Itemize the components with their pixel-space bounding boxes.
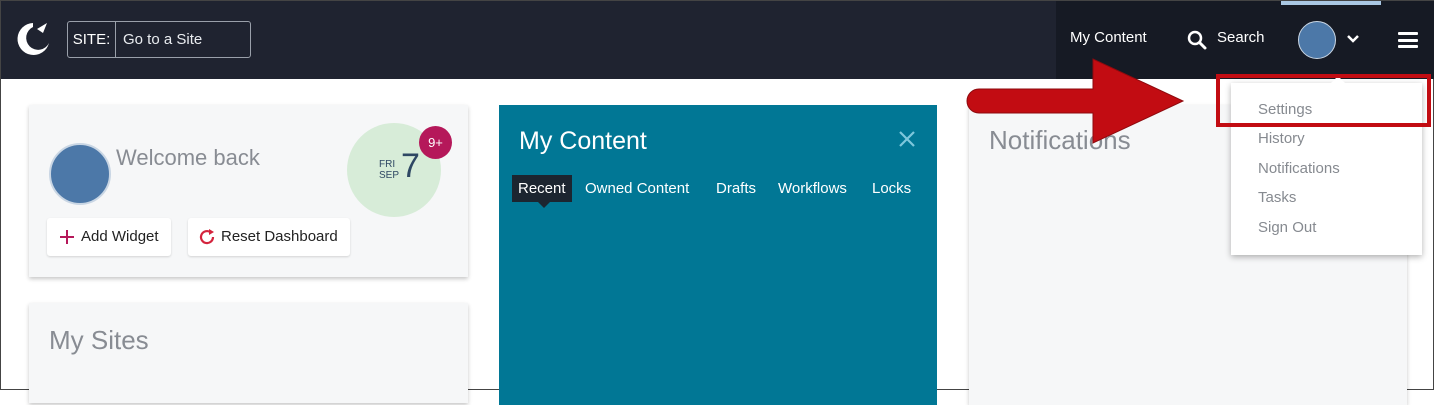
date-day: 7 [401,147,420,185]
user-avatar[interactable] [1298,21,1336,59]
tab-owned-content[interactable]: Owned Content [585,175,689,202]
search-icon [1187,30,1207,50]
tab-workflows[interactable]: Workflows [778,175,847,202]
site-label: SITE: [68,22,116,57]
reset-dashboard-button[interactable]: Reset Dashboard [188,218,350,256]
welcome-card: Welcome back FRI SEP 7 9+ Add Widget Res… [29,105,468,277]
menu-item-notifications[interactable]: Notifications [1258,160,1340,177]
date-weekday: FRI [379,159,396,170]
my-content-title: My Content [519,127,647,155]
search-label: Search [1217,29,1265,46]
logo-icon[interactable] [13,19,53,59]
menu-item-sign-out[interactable]: Sign Out [1258,219,1316,236]
plus-icon [60,230,74,244]
close-icon[interactable] [897,129,917,149]
my-sites-card: My Sites [29,303,468,403]
menu-item-tasks[interactable]: Tasks [1258,189,1296,206]
active-indicator [1281,1,1381,5]
add-widget-label: Add Widget [81,228,159,245]
annotation-arrow-icon [966,58,1185,144]
settings-highlight-box [1216,74,1431,127]
reset-icon [199,229,215,245]
add-widget-button[interactable]: Add Widget [47,218,171,256]
site-input[interactable]: Go to a Site [123,22,202,57]
welcome-text: Welcome back [116,145,260,170]
tab-recent[interactable]: Recent [512,175,572,208]
avatar [49,143,111,205]
date-month: SEP [379,170,400,181]
tab-locks[interactable]: Locks [872,175,911,202]
hamburger-icon[interactable] [1398,32,1418,48]
site-selector[interactable]: SITE: Go to a Site [67,21,251,58]
my-sites-title: My Sites [49,325,149,355]
my-content-panel: My Content Recent Owned Content Drafts W… [499,105,937,405]
reset-dashboard-label: Reset Dashboard [221,228,338,245]
chevron-down-icon[interactable] [1345,31,1361,47]
nav-my-content[interactable]: My Content [1070,29,1147,46]
notification-badge[interactable]: 9+ [419,126,452,159]
menu-item-history[interactable]: History [1258,130,1305,147]
tab-drafts[interactable]: Drafts [716,175,756,202]
